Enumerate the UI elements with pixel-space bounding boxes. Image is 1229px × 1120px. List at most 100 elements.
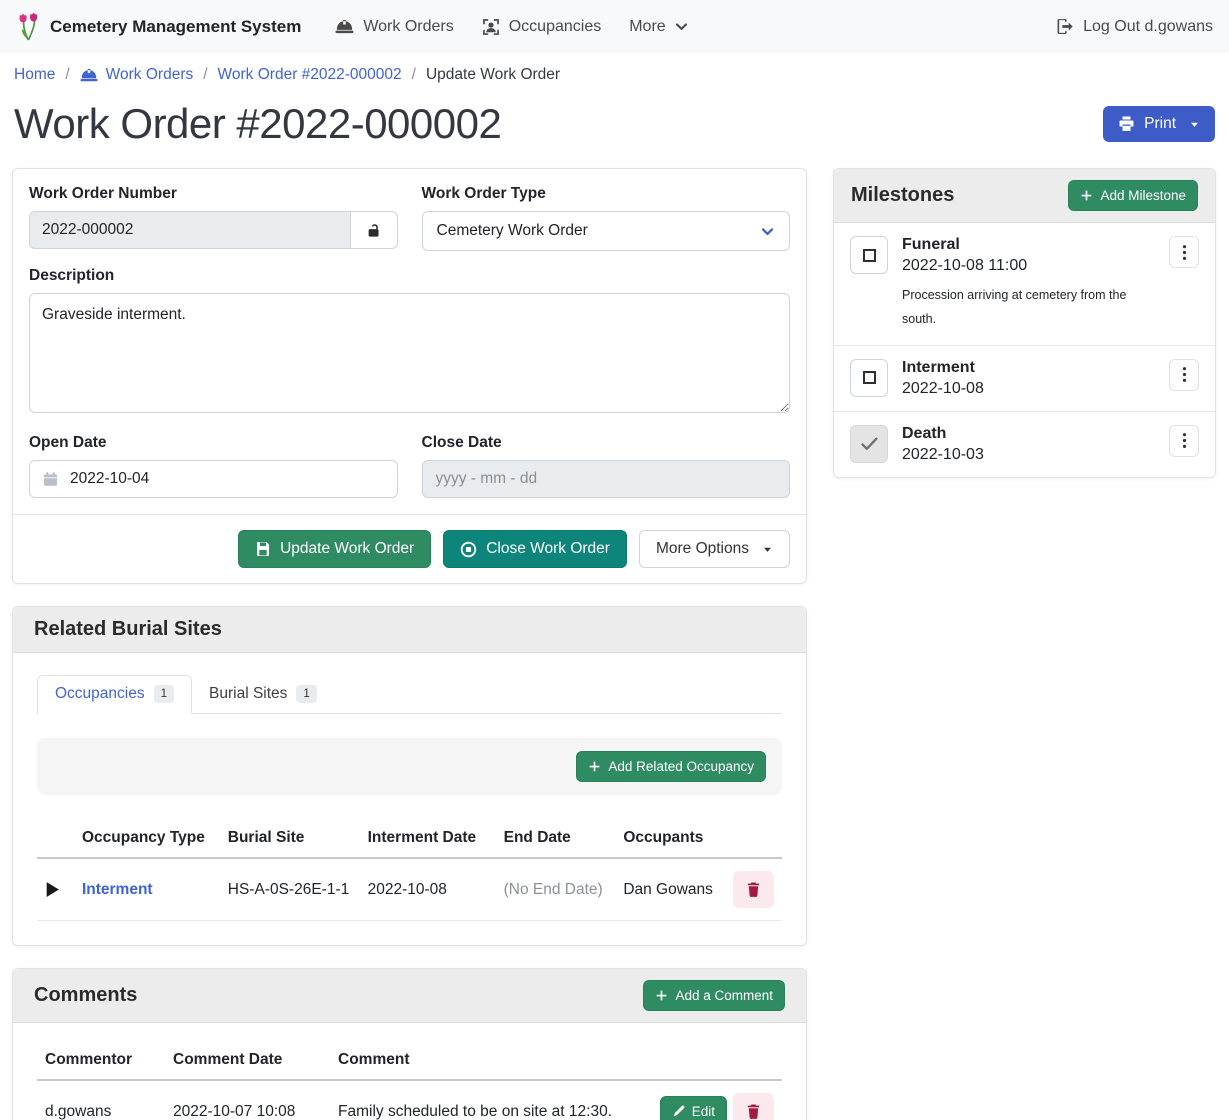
open-date-label: Open Date [29,434,398,452]
milestone-menu-button[interactable] [1169,236,1199,268]
printer-icon [1118,116,1135,132]
milestone-checkbox-checked[interactable] [850,425,888,463]
logout-link[interactable]: Log Out d.gowans [1056,18,1213,36]
milestone-date: 2022-10-03 [902,446,1155,464]
milestone-item-interment: Interment 2022-10-08 [834,346,1215,412]
description-label: Description [29,267,790,285]
col-interment-date: Interment Date [360,819,496,858]
breadcrumb: Home / Work Orders / Work Order #2022-00… [0,53,1229,92]
delete-occupancy-button[interactable] [733,871,774,908]
delete-comment-button[interactable] [733,1093,774,1120]
close-work-order-button[interactable]: Close Work Order [443,530,627,568]
burial-sites-count-badge: 1 [296,685,316,703]
col-occupants: Occupants [615,819,725,858]
print-button[interactable]: Print [1103,106,1215,142]
check-icon [861,437,878,451]
edit-comment-button[interactable]: Edit [660,1096,727,1120]
milestone-date: 2022-10-08 [902,380,1155,398]
breadcrumb-home[interactable]: Home [14,66,55,84]
commentor-cell: d.gowans [37,1080,165,1120]
nav-item-work-orders[interactable]: Work Orders [321,10,467,44]
breadcrumb-separator: / [203,66,207,84]
checkbox-unchecked-icon [863,371,876,384]
kebab-icon [1182,432,1187,449]
milestone-date: 2022-10-08 11:00 [902,257,1155,275]
kebab-icon [1182,244,1187,261]
caret-down-icon [762,544,773,555]
col-commentor: Commentor [37,1041,165,1080]
calendar-icon [43,471,58,487]
trash-icon [746,881,761,898]
occupancy-type-link[interactable]: Interment [82,881,153,898]
plus-icon [655,989,668,1002]
save-icon [255,541,271,557]
milestone-checkbox[interactable] [850,359,888,397]
occupancies-toolbar: Add Related Occupancy [37,738,782,795]
interment-date-cell: 2022-10-08 [360,858,496,921]
tab-burial-sites[interactable]: Burial Sites 1 [192,675,334,714]
occupancy-row: Interment HS-A-0S-26E-1-1 2022-10-08 (No… [37,858,782,921]
col-comment: Comment [330,1041,652,1080]
breadcrumb-work-order-number[interactable]: Work Order #2022-000002 [218,66,402,84]
milestones-title: Milestones [851,184,954,207]
burial-site-cell: HS-A-0S-26E-1-1 [220,858,360,921]
col-occupancy-type: Occupancy Type [74,819,220,858]
tab-occupancies[interactable]: Occupancies 1 [37,675,192,714]
breadcrumb-separator: / [412,66,416,84]
related-tabs: Occupancies 1 Burial Sites 1 [37,675,782,714]
comments-card: Comments Add a Comment Commentor [12,968,807,1120]
comments-title: Comments [34,984,137,1007]
work-order-number-input[interactable] [29,211,351,249]
kebab-icon [1182,366,1187,383]
pencil-icon [672,1105,685,1118]
open-date-input[interactable] [70,470,384,488]
add-related-occupancy-button[interactable]: Add Related Occupancy [576,751,766,782]
close-date-field [422,460,791,498]
milestone-name: Death [902,425,1155,443]
chevron-down-icon [675,20,688,33]
unlock-button[interactable] [351,211,398,249]
milestone-item-funeral: Funeral 2022-10-08 11:00 Procession arri… [834,223,1215,346]
breadcrumb-work-orders[interactable]: Work Orders [80,66,194,84]
col-end-date: End Date [496,819,616,858]
related-burial-sites-title: Related Burial Sites [34,618,222,641]
milestone-name: Funeral [902,236,1155,254]
checkbox-unchecked-icon [863,249,876,262]
chevron-down-icon [760,225,775,238]
work-order-form-card: Work Order Number [12,168,807,584]
work-order-type-label: Work Order Type [422,185,791,203]
comment-date-cell: 2022-10-07 10:08 [165,1080,330,1120]
caret-down-icon [1189,119,1200,130]
more-options-button[interactable]: More Options [639,530,790,568]
expand-row-button[interactable] [45,881,60,898]
app-brand[interactable]: Cemetery Management System [16,12,301,42]
occupancies-table: Occupancy Type Burial Site Interment Dat… [37,819,782,921]
comments-table: Commentor Comment Date Comment d.gowans … [37,1041,782,1120]
close-date-label: Close Date [422,434,791,452]
tulip-logo-icon [16,12,41,42]
description-textarea[interactable]: Graveside interment. [29,293,790,413]
nav-item-occupancies[interactable]: Occupancies [468,10,616,44]
hard-hat-icon [335,19,354,35]
logout-icon [1056,18,1074,35]
update-work-order-button[interactable]: Update Work Order [238,530,431,568]
add-milestone-button[interactable]: Add Milestone [1068,180,1198,211]
related-burial-sites-card: Related Burial Sites Occupancies 1 Buria… [12,606,807,946]
breadcrumb-current: Update Work Order [426,66,560,84]
milestone-checkbox[interactable] [850,236,888,274]
occupancies-count-badge: 1 [154,685,174,703]
occupants-cell: Dan Gowans [615,858,725,921]
nav-item-more[interactable]: More [615,10,701,44]
comment-row: d.gowans 2022-10-07 10:08 Family schedul… [37,1080,782,1120]
plus-icon [588,760,601,773]
milestone-menu-button[interactable] [1169,359,1199,391]
close-date-input[interactable] [436,470,777,488]
work-order-number-label: Work Order Number [29,185,398,203]
nav-links: Work Orders Occupancies More [321,10,701,44]
add-comment-button[interactable]: Add a Comment [643,980,785,1011]
milestone-menu-button[interactable] [1169,425,1199,457]
col-burial-site: Burial Site [220,819,360,858]
work-order-type-select[interactable]: Cemetery Work Order [422,211,791,251]
page-title: Work Order #2022-000002 [14,100,501,148]
milestone-name: Interment [902,359,1155,377]
